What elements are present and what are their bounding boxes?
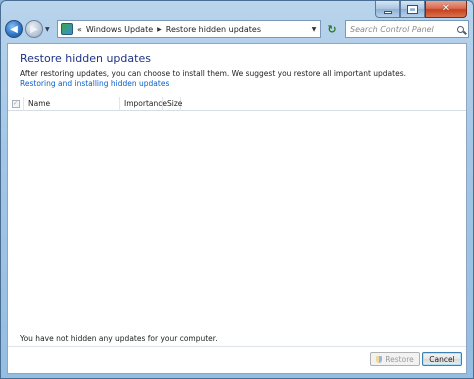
close-button[interactable]: ✕ bbox=[425, 1, 467, 18]
page-title: Restore hidden updates bbox=[20, 52, 151, 65]
breadcrumb-windows-update[interactable]: Windows Update bbox=[86, 25, 153, 34]
maximize-button[interactable] bbox=[400, 1, 425, 18]
restore-button[interactable]: Restore bbox=[370, 352, 420, 366]
column-header-importance[interactable]: Importance bbox=[120, 96, 167, 111]
restore-button-label: Restore bbox=[385, 354, 414, 364]
maximize-icon bbox=[407, 4, 418, 14]
control-panel-icon bbox=[61, 23, 73, 35]
caption-buttons: ✕ bbox=[375, 1, 467, 18]
footer-divider bbox=[8, 346, 466, 347]
forward-arrow-icon: ▶ bbox=[30, 23, 38, 35]
address-dropdown[interactable]: ▼ bbox=[308, 21, 320, 37]
refresh-icon: ↻ bbox=[327, 22, 337, 36]
back-button[interactable]: ◀ bbox=[5, 20, 23, 38]
select-all-checkbox[interactable]: ✓ bbox=[11, 99, 20, 108]
minimize-button[interactable] bbox=[375, 1, 400, 18]
cancel-button[interactable]: Cancel bbox=[422, 352, 462, 366]
status-message: You have not hidden any updates for your… bbox=[20, 334, 218, 343]
window: ✕ ◀ ▶ ▼ « Windows Update ▶ Restore hidde… bbox=[0, 0, 474, 379]
chevron-down-icon: ▼ bbox=[45, 25, 50, 33]
help-link[interactable]: Restoring and installing hidden updates bbox=[20, 79, 169, 88]
back-arrow-icon: ◀ bbox=[10, 23, 18, 35]
column-header-name[interactable]: Name bbox=[24, 96, 120, 111]
refresh-button[interactable]: ↻ bbox=[323, 20, 341, 38]
search-icon bbox=[456, 25, 464, 33]
select-all-column[interactable]: ✓ bbox=[8, 96, 24, 111]
column-header-size[interactable]: Size bbox=[163, 96, 182, 111]
recent-pages-dropdown[interactable]: ▼ bbox=[45, 26, 53, 33]
cancel-button-label: Cancel bbox=[429, 354, 455, 364]
breadcrumb-separator-icon[interactable]: ▶ bbox=[157, 26, 162, 33]
search-input[interactable]: Search Control Panel bbox=[345, 20, 469, 38]
breadcrumb-restore-hidden-updates[interactable]: Restore hidden updates bbox=[166, 25, 261, 34]
close-icon: ✕ bbox=[441, 3, 451, 14]
content-pane: Restore hidden updates After restoring u… bbox=[7, 43, 467, 374]
address-bar[interactable]: « Windows Update ▶ Restore hidden update… bbox=[57, 20, 321, 38]
updates-list-header: ✓ Name Importance Size bbox=[8, 96, 466, 111]
chevron-down-icon: ▼ bbox=[311, 25, 317, 33]
page-description: After restoring updates, you can choose … bbox=[20, 69, 406, 78]
search-placeholder: Search Control Panel bbox=[350, 24, 434, 34]
navigation-bar: ◀ ▶ ▼ « Windows Update ▶ Restore hidden … bbox=[5, 18, 469, 40]
search-button[interactable] bbox=[452, 21, 468, 37]
minimize-icon bbox=[383, 10, 392, 14]
breadcrumb-overflow[interactable]: « bbox=[77, 25, 82, 34]
uac-shield-icon bbox=[376, 355, 383, 363]
forward-button[interactable]: ▶ bbox=[25, 20, 43, 38]
